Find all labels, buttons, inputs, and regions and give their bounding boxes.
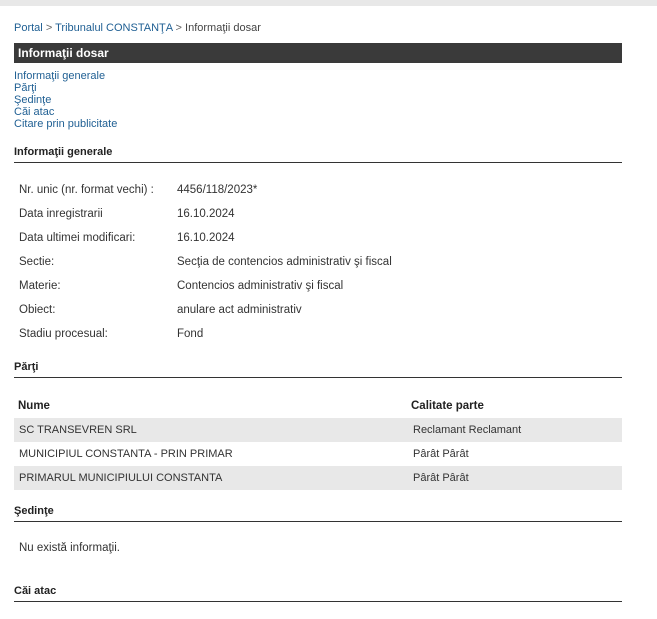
party-name: PRIMARUL MUNICIPIULUI CONSTANTA bbox=[19, 472, 223, 484]
column-header-nume: Nume bbox=[18, 400, 50, 412]
info-value: anulare act administrativ bbox=[177, 304, 302, 316]
general-info-table: Nr. unic (nr. format vechi) : 4456/118/2… bbox=[14, 178, 617, 346]
info-value: Contencios administrativ şi fiscal bbox=[177, 280, 344, 292]
party-calitate: Pârât Pârât bbox=[413, 448, 469, 460]
info-row-materie: Materie: Contencios administrativ şi fis… bbox=[14, 274, 617, 298]
section-heading-sedinte: Şedinţe bbox=[14, 505, 622, 522]
sedinte-empty-text: Nu există informaţii. bbox=[19, 542, 120, 554]
info-value: Secţia de contencios administrativ şi fi… bbox=[177, 256, 392, 268]
nav-link-sedinte[interactable]: Şedinţe bbox=[14, 94, 117, 106]
parti-table: SC TRANSEVREN SRL Reclamant Reclamant MU… bbox=[14, 418, 622, 490]
breadcrumb-separator: > bbox=[175, 22, 182, 34]
breadcrumb-court-link[interactable]: Tribunalul CONSTANŢA bbox=[55, 22, 172, 34]
party-name: MUNICIPIUL CONSTANTA - PRIN PRIMAR bbox=[19, 448, 233, 460]
breadcrumb: Portal > Tribunalul CONSTANŢA > Informaţ… bbox=[14, 22, 261, 34]
section-heading-cai-atac: Căi atac bbox=[14, 585, 622, 602]
info-label: Materie: bbox=[19, 280, 61, 292]
nav-link-citare-publicitate[interactable]: Citare prin publicitate bbox=[14, 118, 117, 130]
info-label: Obiect: bbox=[19, 304, 56, 316]
info-label: Data inregistrarii bbox=[19, 208, 103, 220]
info-value: Fond bbox=[177, 328, 204, 340]
info-label: Stadiu procesual: bbox=[19, 328, 108, 340]
party-calitate: Pârât Pârât bbox=[413, 472, 469, 484]
info-value: 16.10.2024 bbox=[177, 208, 235, 220]
info-row-data-inregistrarii: Data inregistrarii 16.10.2024 bbox=[14, 202, 617, 226]
parti-table-header: Nume Calitate parte bbox=[14, 396, 622, 416]
info-label: Data ultimei modificari: bbox=[19, 232, 136, 244]
info-row-stadiu: Stadiu procesual: Fond bbox=[14, 322, 617, 346]
breadcrumb-separator: > bbox=[45, 22, 53, 34]
breadcrumb-portal-link[interactable]: Portal bbox=[14, 22, 43, 34]
nav-link-cai-atac[interactable]: Căi atac bbox=[14, 106, 117, 118]
info-value: 16.10.2024 bbox=[177, 232, 235, 244]
info-row-obiect: Obiect: anulare act administrativ bbox=[14, 298, 617, 322]
party-name: SC TRANSEVREN SRL bbox=[19, 424, 137, 436]
table-row: PRIMARUL MUNICIPIULUI CONSTANTA Pârât Pâ… bbox=[14, 466, 622, 490]
info-row-nr-unic: Nr. unic (nr. format vechi) : 4456/118/2… bbox=[14, 178, 617, 202]
info-value: 4456/118/2023* bbox=[177, 184, 258, 196]
column-header-calitate: Calitate parte bbox=[411, 400, 484, 412]
breadcrumb-current: Informaţii dosar bbox=[185, 22, 261, 34]
table-row: SC TRANSEVREN SRL Reclamant Reclamant bbox=[14, 418, 622, 442]
info-row-data-modificari: Data ultimei modificari: 16.10.2024 bbox=[14, 226, 617, 250]
section-heading-parti: Părţi bbox=[14, 361, 622, 378]
section-heading-informatii-generale: Informaţii generale bbox=[14, 146, 622, 163]
nav-link-parti[interactable]: Părţi bbox=[14, 82, 117, 94]
section-nav: Informaţii generale Părţi Şedinţe Căi at… bbox=[14, 70, 117, 130]
info-label: Sectie: bbox=[19, 256, 55, 268]
info-row-sectie: Sectie: Secţia de contencios administrat… bbox=[14, 250, 617, 274]
top-strip bbox=[0, 0, 657, 6]
nav-link-informatii-generale[interactable]: Informaţii generale bbox=[14, 70, 117, 82]
info-label: Nr. unic (nr. format vechi) : bbox=[19, 184, 154, 196]
party-calitate: Reclamant Reclamant bbox=[413, 424, 522, 436]
table-row: MUNICIPIUL CONSTANTA - PRIN PRIMAR Pârât… bbox=[14, 442, 622, 466]
page-title: Informaţii dosar bbox=[14, 43, 622, 63]
